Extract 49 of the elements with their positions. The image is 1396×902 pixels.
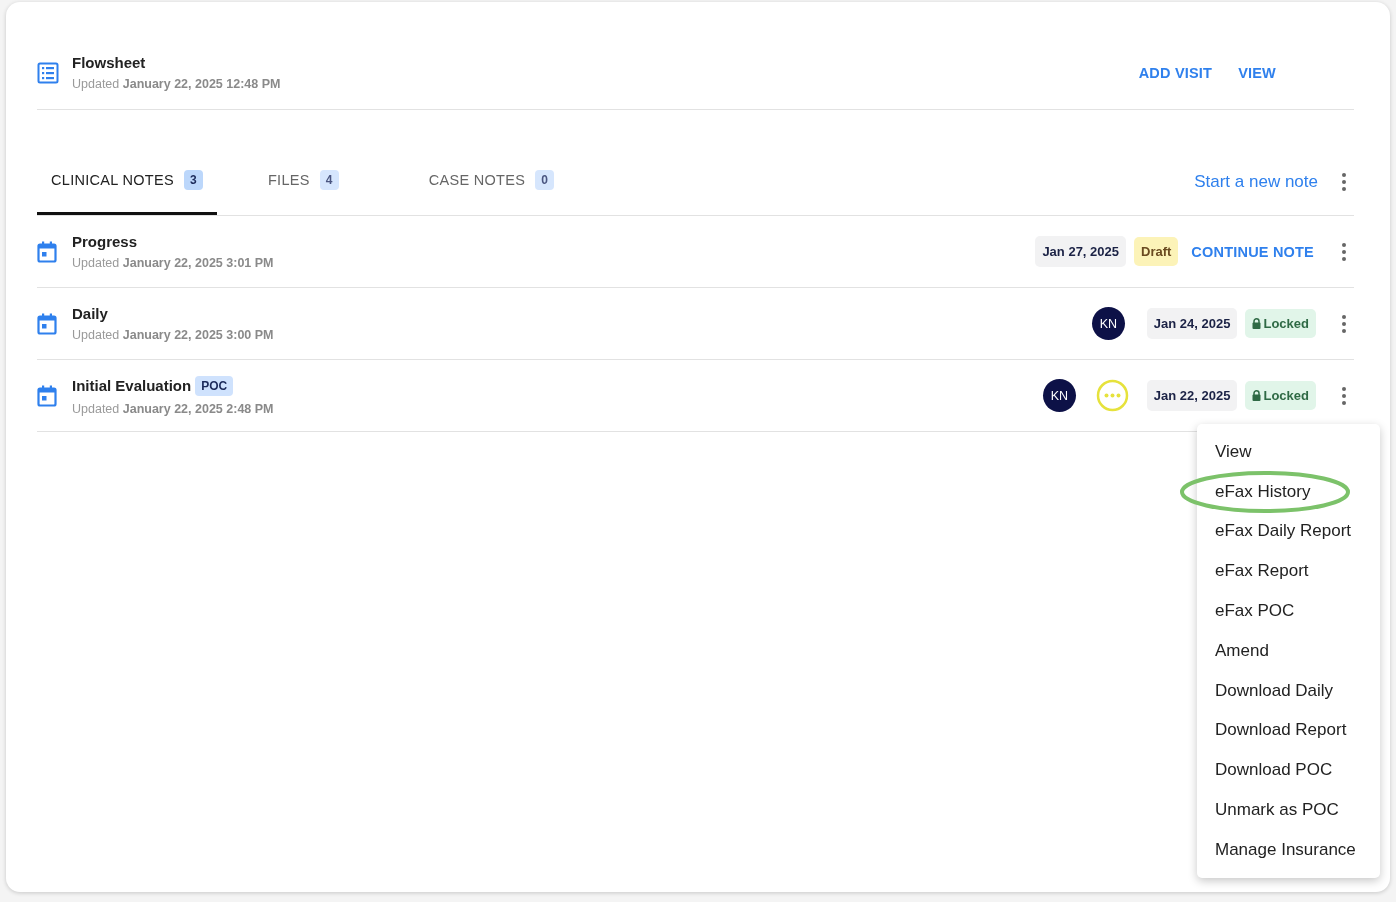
list-icon bbox=[37, 61, 59, 84]
more-icon bbox=[1342, 386, 1346, 405]
note-title: Initial Evaluation bbox=[72, 377, 192, 394]
menu-item[interactable]: Download Report bbox=[1197, 710, 1380, 751]
menu-item[interactable]: Manage Insurance bbox=[1197, 829, 1380, 870]
menu-item[interactable]: eFax POC bbox=[1197, 591, 1380, 631]
status-badge: Locked bbox=[1245, 381, 1316, 410]
menu-item[interactable]: Download POC bbox=[1197, 750, 1380, 791]
menu-item[interactable]: eFax Daily Report bbox=[1197, 511, 1380, 552]
note-title: Progress bbox=[72, 233, 138, 250]
menu-item[interactable]: eFax Report bbox=[1197, 551, 1380, 592]
updated-text: Updated January 22, 2025 3:00 PM bbox=[72, 328, 274, 342]
more-icon bbox=[1342, 172, 1346, 191]
lock-icon bbox=[1252, 318, 1262, 329]
menu-item[interactable]: Amend bbox=[1197, 631, 1380, 671]
count-badge: 0 bbox=[535, 170, 555, 190]
avatar: KN bbox=[1091, 307, 1125, 340]
poc-tag: POC bbox=[195, 375, 234, 396]
updated-text: Updated January 22, 2025 12:48 PM bbox=[72, 77, 281, 91]
menu-item[interactable]: eFax History bbox=[1197, 471, 1380, 512]
more-icon bbox=[1342, 242, 1346, 261]
continue-note-link[interactable]: CONTINUE NOTE bbox=[1191, 243, 1314, 260]
count-badge: 3 bbox=[183, 170, 203, 190]
header-link[interactable]: ADD VISIT bbox=[1138, 64, 1213, 81]
status-badge: Locked bbox=[1245, 309, 1316, 338]
menu-item[interactable]: View bbox=[1197, 432, 1380, 472]
flowsheet-title: Flowsheet bbox=[72, 54, 147, 71]
menu-item[interactable]: Download Daily bbox=[1197, 670, 1380, 711]
note-title: Daily bbox=[72, 305, 108, 322]
calendar-icon bbox=[37, 384, 57, 407]
updated-text: Updated January 22, 2025 3:01 PM bbox=[72, 256, 274, 270]
date-chip: Jan 27, 2025 bbox=[1035, 236, 1126, 267]
header-link[interactable]: VIEW bbox=[1238, 64, 1276, 81]
date-chip: Jan 24, 2025 bbox=[1146, 308, 1238, 339]
menu-item[interactable]: Unmark as POC bbox=[1197, 790, 1380, 830]
new-note-link[interactable]: Start a new note bbox=[1194, 171, 1318, 192]
calendar-icon bbox=[37, 312, 57, 335]
tab[interactable]: CLINICAL NOTES 3 bbox=[37, 148, 217, 215]
count-badge: 4 bbox=[319, 170, 339, 190]
more-icon bbox=[1342, 314, 1346, 333]
tab[interactable]: FILES 4 bbox=[253, 148, 353, 215]
calendar-icon bbox=[37, 240, 57, 263]
tab[interactable]: CASE NOTES 0 bbox=[414, 148, 569, 215]
pending-icon bbox=[1095, 379, 1129, 412]
avatar: KN bbox=[1042, 379, 1076, 412]
updated-text: Updated January 22, 2025 2:48 PM bbox=[72, 401, 274, 416]
status-badge: Draft bbox=[1134, 237, 1179, 266]
lock-icon bbox=[1252, 390, 1262, 401]
date-chip: Jan 22, 2025 bbox=[1146, 380, 1238, 411]
